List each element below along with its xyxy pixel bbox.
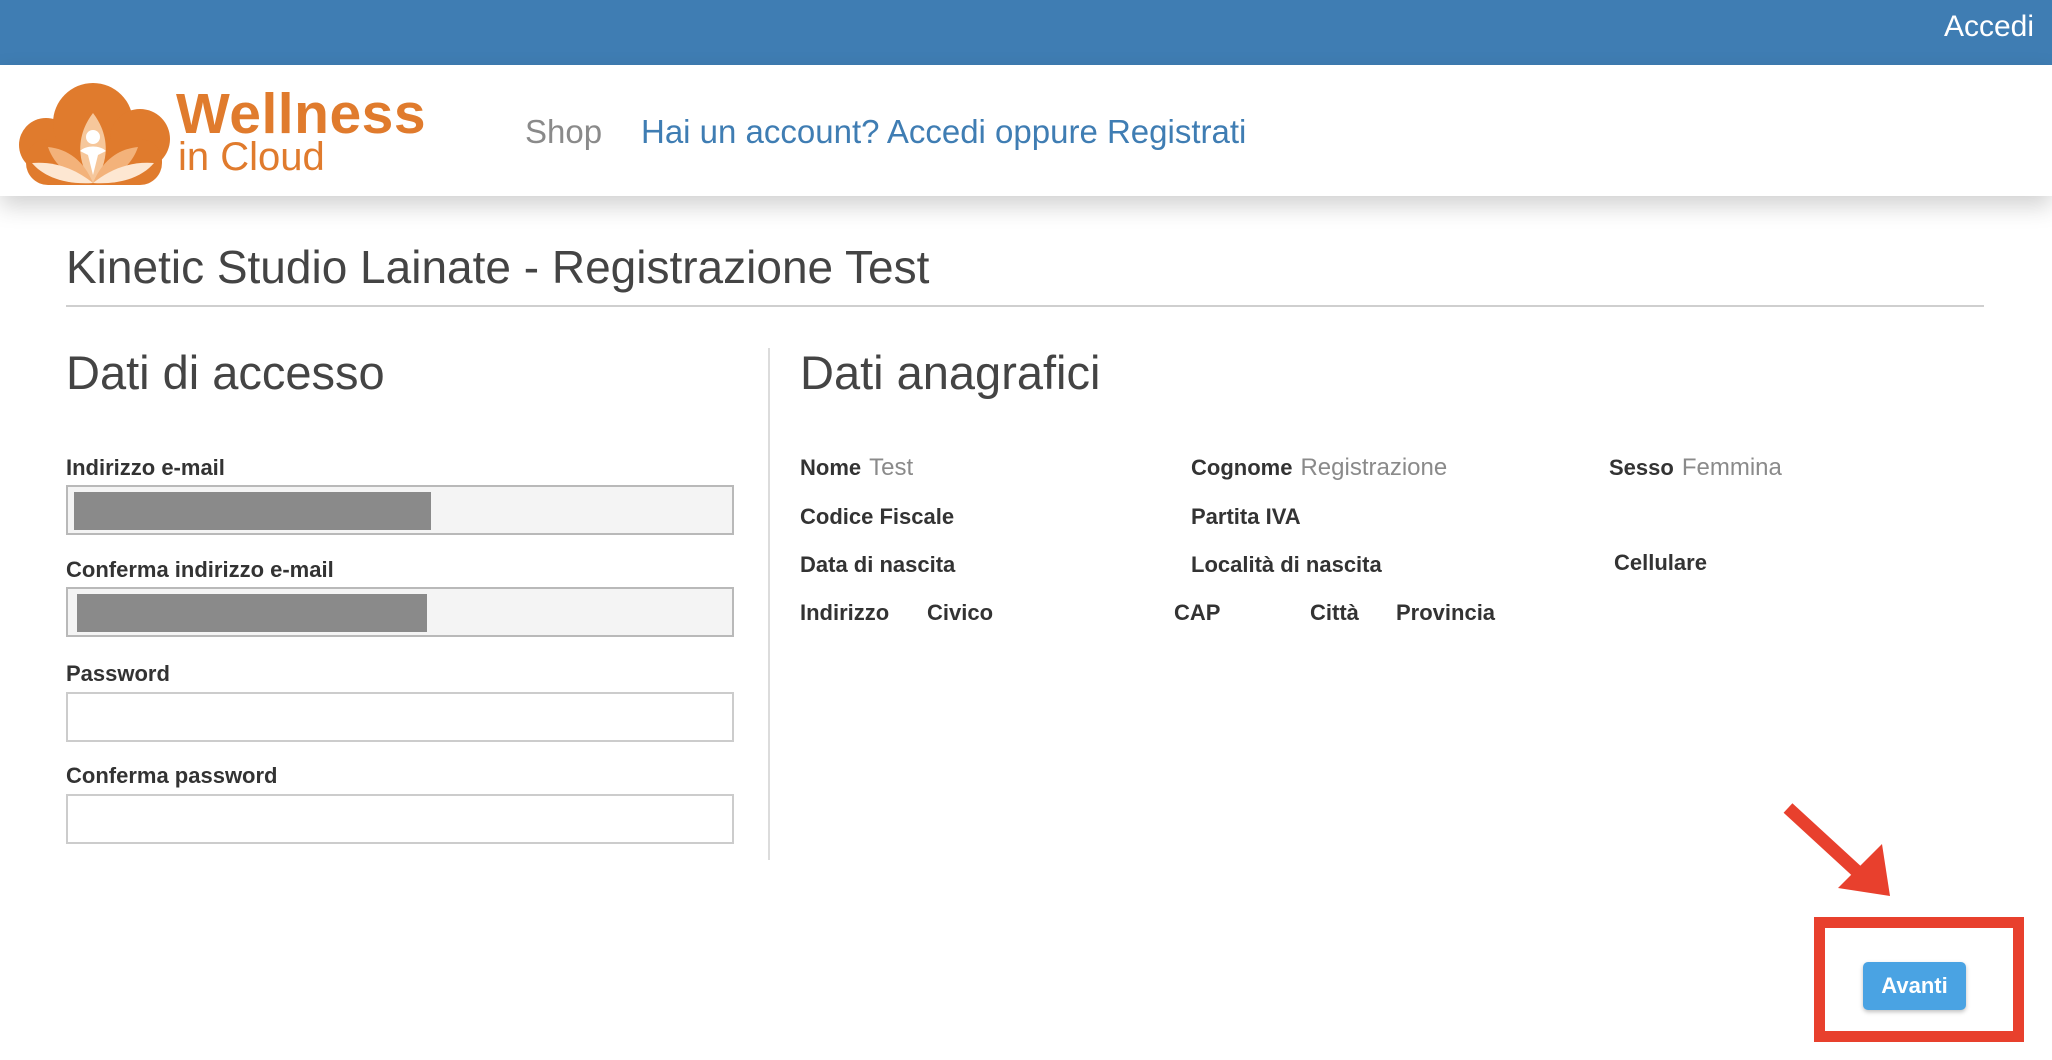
top-bar: Accedi [0,0,2052,65]
localita-nascita-label: Località di nascita [1191,552,1382,577]
annotation-arrow-icon [1783,803,1890,896]
email-field[interactable] [66,485,734,535]
nome-field: Nome Test [800,454,913,482]
access-section-title: Dati di accesso [66,346,385,399]
cellulare-label: Cellulare [1614,550,1707,575]
password-label: Password [66,661,170,686]
personal-section-title: Dati anagrafici [800,346,1101,399]
wellness-in-cloud-logo[interactable]: Wellness in Cloud [18,79,426,189]
codice-fiscale-label: Codice Fiscale [800,504,955,529]
civico-label: Civico [927,600,994,625]
cognome-value: Registrazione [1300,454,1448,481]
sesso-value: Femmina [1681,454,1782,481]
nome-label: Nome [800,455,862,480]
email-label: Indirizzo e-mail [66,455,225,480]
citta-label: Città [1310,600,1359,625]
confirm-password-field[interactable] [66,794,734,844]
lotus-cloud-icon [19,83,170,185]
indirizzo-label: Indirizzo [800,600,890,625]
confirm-email-label: Conferma indirizzo e-mail [66,557,334,582]
cap-label: CAP [1174,600,1221,625]
column-divider [768,348,770,860]
logo-tagline: in Cloud [178,135,325,179]
confirm-password-label: Conferma password [66,763,278,788]
site-header: Wellness in Cloud Shop Hai un account? A… [0,65,2052,196]
title-divider [66,305,1984,307]
sesso-label: Sesso [1609,455,1674,480]
cognome-field: Cognome Registrazione [1191,454,1447,482]
nome-value: Test [869,454,914,481]
login-link[interactable]: Accedi [1944,10,2034,44]
sesso-field: Sesso Femmina [1609,454,1782,482]
confirm-email-field[interactable] [66,587,734,637]
page-title: Kinetic Studio Lainate - Registrazione T… [66,241,930,293]
nav-shop-link[interactable]: Shop [525,113,602,151]
password-field[interactable] [66,692,734,742]
redacted-value [77,594,427,632]
data-nascita-label: Data di nascita [800,552,956,577]
provincia-label: Provincia [1396,600,1496,625]
redacted-value [74,492,431,530]
nav-account-link[interactable]: Hai un account? Accedi oppure Registrati [641,113,1246,151]
cognome-label: Cognome [1191,455,1293,480]
partita-iva-label: Partita IVA [1191,504,1301,529]
next-button[interactable]: Avanti [1863,962,1966,1010]
